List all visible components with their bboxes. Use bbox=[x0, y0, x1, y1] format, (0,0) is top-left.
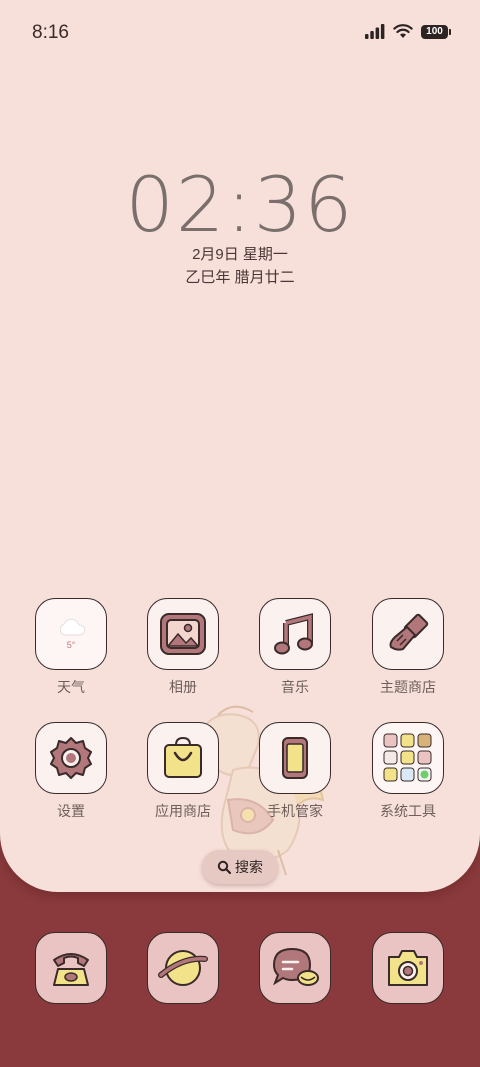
phone-manager-icon bbox=[259, 722, 331, 794]
app-label: 音乐 bbox=[281, 679, 309, 695]
browser-icon bbox=[147, 932, 219, 1004]
music-icon bbox=[259, 598, 331, 670]
clock-date[interactable]: 2月9日 星期一 bbox=[0, 243, 480, 264]
search-icon bbox=[217, 860, 231, 874]
dock-messages[interactable] bbox=[245, 932, 345, 1004]
dock-phone[interactable] bbox=[21, 932, 121, 1004]
app-label: 手机管家 bbox=[267, 803, 323, 819]
phone-icon bbox=[35, 932, 107, 1004]
battery-icon: 100 bbox=[421, 24, 451, 39]
clock-time[interactable]: 02:36 bbox=[0, 160, 480, 249]
wifi-icon bbox=[393, 24, 413, 38]
app-weather[interactable]: 5° 天气 bbox=[21, 598, 121, 697]
app-music[interactable]: 音乐 bbox=[245, 598, 345, 697]
app-phone-manager[interactable]: 手机管家 bbox=[245, 722, 345, 821]
gallery-icon bbox=[147, 598, 219, 670]
weather-icon: 5° bbox=[35, 598, 107, 670]
app-label: 天气 bbox=[57, 679, 85, 695]
app-label: 应用商店 bbox=[155, 803, 211, 819]
dock-camera[interactable] bbox=[358, 932, 458, 1004]
clock-lunar-date: 乙巳年 腊月廿二 bbox=[185, 269, 295, 286]
search-label: 搜索 bbox=[235, 859, 263, 875]
app-label: 设置 bbox=[57, 803, 85, 819]
status-icons: 100 bbox=[365, 24, 451, 39]
search-button[interactable]: 搜索 bbox=[202, 850, 278, 884]
messages-icon bbox=[259, 932, 331, 1004]
app-label: 系统工具 bbox=[380, 803, 436, 819]
theme-store-icon bbox=[372, 598, 444, 670]
app-app-store[interactable]: 应用商店 bbox=[133, 722, 233, 821]
status-bar: 8:16 100 bbox=[0, 20, 480, 48]
settings-icon bbox=[35, 722, 107, 794]
weather-temperature: 5° bbox=[66, 640, 76, 650]
app-settings[interactable]: 设置 bbox=[21, 722, 121, 821]
app-theme-store[interactable]: 主题商店 bbox=[358, 598, 458, 697]
dock-browser[interactable] bbox=[133, 932, 233, 1004]
app-system-tools-folder[interactable]: 系统工具 bbox=[358, 722, 458, 821]
signal-icon bbox=[365, 24, 385, 39]
status-time: 8:16 bbox=[32, 22, 69, 43]
system-tools-folder-icon bbox=[372, 722, 444, 794]
app-gallery[interactable]: 相册 bbox=[133, 598, 233, 697]
camera-icon bbox=[372, 932, 444, 1004]
home-screen-sheet: 8:16 100 02:36 2月9日 星期一 乙巳年 腊月廿二 5° 天气 相… bbox=[0, 0, 480, 892]
app-store-icon bbox=[147, 722, 219, 794]
app-label: 相册 bbox=[169, 679, 197, 695]
app-label: 主题商店 bbox=[380, 679, 436, 695]
